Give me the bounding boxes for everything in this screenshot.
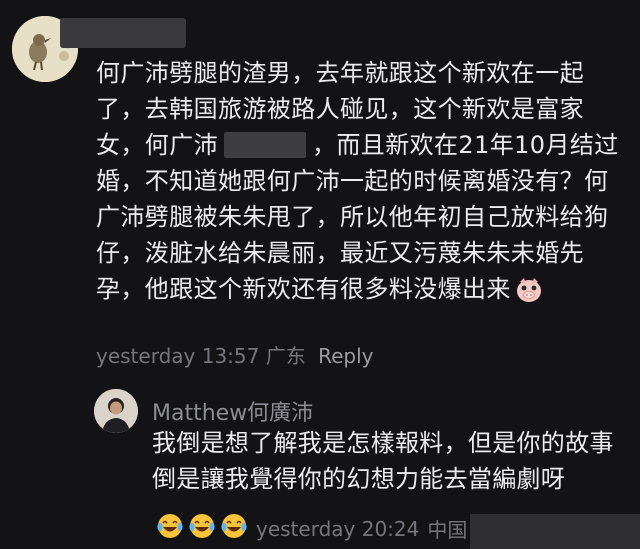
comment-location: 广东 [265,344,306,368]
redacted-name [224,132,306,158]
reply-location: 中国 [427,518,468,542]
comment-time: yesterday 13:57 [96,344,260,368]
laughing-tears-icon [220,512,248,545]
comment-meta: yesterday 13:57 广东 Reply [96,340,373,369]
watermark-overlay [470,514,640,549]
reply-text: 我倒是想了解我是怎樣報料，但是你的故事倒是讓我覺得你的幻想力能去當編劇呀 [152,429,614,493]
redacted-username [60,18,186,48]
comment-text: 何广沛劈腿的渣男，去年就跟这个新欢在一起了，去韩国旅游被路人碰见，这个新欢是富家… [96,55,626,313]
reply-button[interactable]: Reply [318,344,373,368]
reply-time: yesterday 20:24 [256,516,420,541]
reply-meta: yesterday 20:24 中国 [156,512,467,545]
reply-username[interactable]: Matthew何廣沛 [152,395,313,427]
laughing-tears-icon [156,512,184,545]
person-avatar-icon [94,389,138,433]
laughing-tears-icon [188,512,216,545]
pig-face-icon [515,277,543,313]
reply-avatar[interactable] [94,389,138,433]
